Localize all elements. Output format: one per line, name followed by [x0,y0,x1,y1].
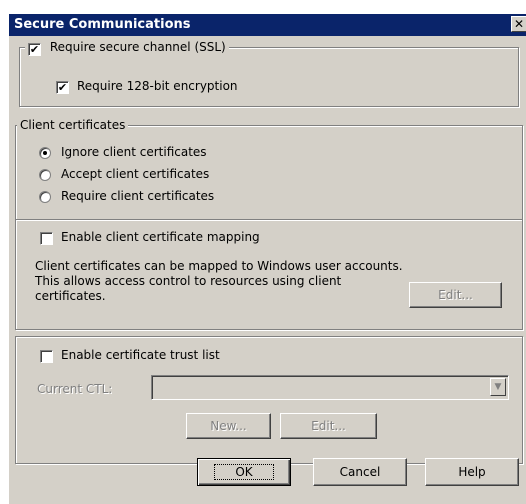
ignore-certificates-radio[interactable] [39,147,51,159]
require-certificates-radio[interactable] [39,191,51,203]
current-ctl-dropdown[interactable]: ▼ [151,375,509,400]
enable-mapping-label[interactable]: Enable client certificate mapping [61,230,260,244]
require-ssl-checkbox[interactable]: ✔ [28,43,41,56]
ctl-edit-button[interactable]: Edit... [280,413,377,439]
help-button[interactable]: Help [425,458,519,486]
close-button[interactable]: ✕ [511,16,526,32]
accept-certificates-radio[interactable] [39,169,51,181]
ssl-group [19,47,519,107]
ok-button-label: OK [214,464,274,480]
mapping-edit-button[interactable]: Edit... [409,282,502,308]
separator [16,219,522,221]
mapping-description: Client certificates can be mapped to Win… [35,259,403,303]
require-certificates-label[interactable]: Require client certificates [61,189,214,203]
accept-certificates-label[interactable]: Accept client certificates [61,167,209,181]
title-bar: Secure Communications ✕ [9,14,526,36]
ignore-certificates-label[interactable]: Ignore client certificates [61,145,207,159]
chevron-down-icon[interactable]: ▼ [490,378,506,396]
cancel-button[interactable]: Cancel [313,458,407,486]
require-ssl-option[interactable]: ✔ Require secure channel (SSL) [25,40,229,56]
ctl-new-button[interactable]: New... [186,413,271,439]
require-128bit-label[interactable]: Require 128-bit encryption [77,79,238,93]
enable-ctl-label[interactable]: Enable certificate trust list [61,348,220,362]
require-ssl-label[interactable]: Require secure channel (SSL) [50,40,226,54]
ok-button[interactable]: OK [197,458,291,486]
check-icon: ✔ [57,81,68,94]
current-ctl-label: Current CTL: [37,382,113,396]
close-icon: ✕ [513,17,525,31]
window-title: Secure Communications [14,17,191,32]
secure-communications-dialog: Secure Communications ✕ ✔ Require secure… [8,13,526,504]
enable-ctl-checkbox[interactable] [40,350,53,363]
client-certificates-legend: Client certificates [17,118,129,132]
enable-mapping-checkbox[interactable] [40,232,53,245]
radio-selected-dot [43,151,47,155]
require-128bit-checkbox[interactable]: ✔ [56,81,69,94]
check-icon: ✔ [29,43,40,56]
